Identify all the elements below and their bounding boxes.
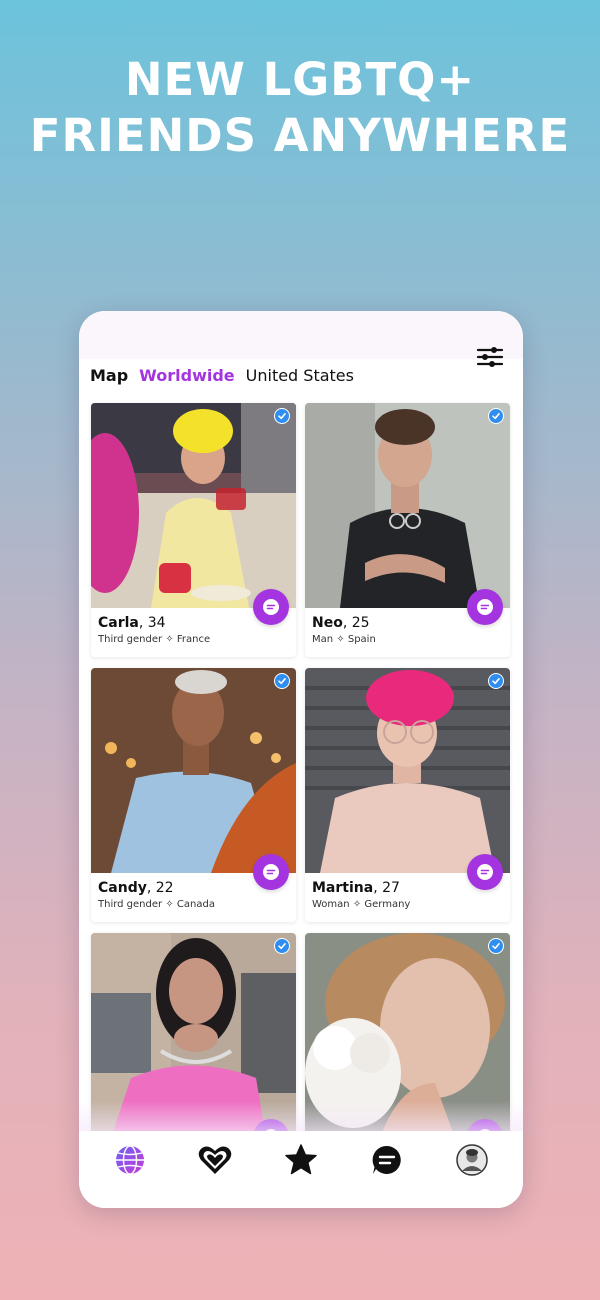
profile-photo[interactable] [305, 403, 510, 608]
filter-sliders-icon[interactable] [476, 346, 506, 368]
star-icon [285, 1143, 317, 1174]
chat-button[interactable] [467, 589, 503, 625]
profile-info: Carla, 34 Third gender ✧ France [98, 615, 210, 645]
nav-likes[interactable] [195, 1140, 235, 1180]
verified-badge-icon [488, 938, 504, 954]
verified-badge-icon [274, 938, 290, 954]
tab-worldwide[interactable]: Worldwide [139, 366, 234, 385]
verified-badge-icon [274, 673, 290, 689]
headline-line-2: FRIENDS ANYWHERE [29, 109, 571, 162]
bottom-navigation [79, 1131, 523, 1208]
verified-badge-icon [488, 408, 504, 424]
status-area [79, 311, 523, 359]
nav-favorites[interactable] [281, 1140, 321, 1180]
heart-icon [199, 1146, 232, 1174]
globe-icon [115, 1144, 144, 1175]
profile-name: Martina, 27 [312, 880, 400, 896]
location-tabs: Map Worldwide United States [90, 366, 354, 385]
chat-icon [372, 1145, 401, 1174]
profile-name: Carla, 34 [98, 615, 166, 631]
profile-card-neo[interactable]: Neo, 25 Man ✧ Spain [305, 403, 510, 657]
profile-info: Martina, 27 Woman ✧ Germany [312, 880, 410, 910]
profile-photo[interactable] [91, 403, 296, 608]
nav-worldwide[interactable] [110, 1140, 150, 1180]
chat-button[interactable] [467, 854, 503, 890]
profile-info: Neo, 25 Man ✧ Spain [312, 615, 376, 645]
profile-card-carla[interactable]: Carla, 34 Third gender ✧ France [91, 403, 296, 657]
profile-name: Candy, 22 [98, 880, 174, 896]
profile-meta: Man ✧ Spain [312, 634, 376, 645]
headline: NEW LGBTQ+ FRIENDS ANYWHERE [0, 52, 600, 164]
profile-photo[interactable] [91, 668, 296, 873]
headline-line-1: NEW LGBTQ+ [124, 53, 476, 106]
profile-info: Candy, 22 Third gender ✧ Canada [98, 880, 215, 910]
verified-badge-icon [274, 408, 290, 424]
tab-united-states[interactable]: United States [246, 366, 354, 385]
avatar-icon [456, 1143, 488, 1176]
nav-messages[interactable] [367, 1140, 407, 1180]
profile-card-candy[interactable]: Candy, 22 Third gender ✧ Canada [91, 668, 296, 922]
profile-photo[interactable] [305, 668, 510, 873]
verified-badge-icon [488, 673, 504, 689]
chat-button[interactable] [253, 854, 289, 890]
profile-name: Neo, 25 [312, 615, 370, 631]
profile-meta: Third gender ✧ Canada [98, 899, 215, 910]
profile-card-martina[interactable]: Martina, 27 Woman ✧ Germany [305, 668, 510, 922]
phone-screen: Map Worldwide United States Carla, 34 Th… [79, 311, 523, 1208]
profile-meta: Woman ✧ Germany [312, 899, 411, 910]
nav-profile[interactable] [452, 1140, 492, 1180]
tab-map[interactable]: Map [90, 366, 128, 385]
profile-meta: Third gender ✧ France [98, 634, 211, 645]
chat-button[interactable] [253, 589, 289, 625]
